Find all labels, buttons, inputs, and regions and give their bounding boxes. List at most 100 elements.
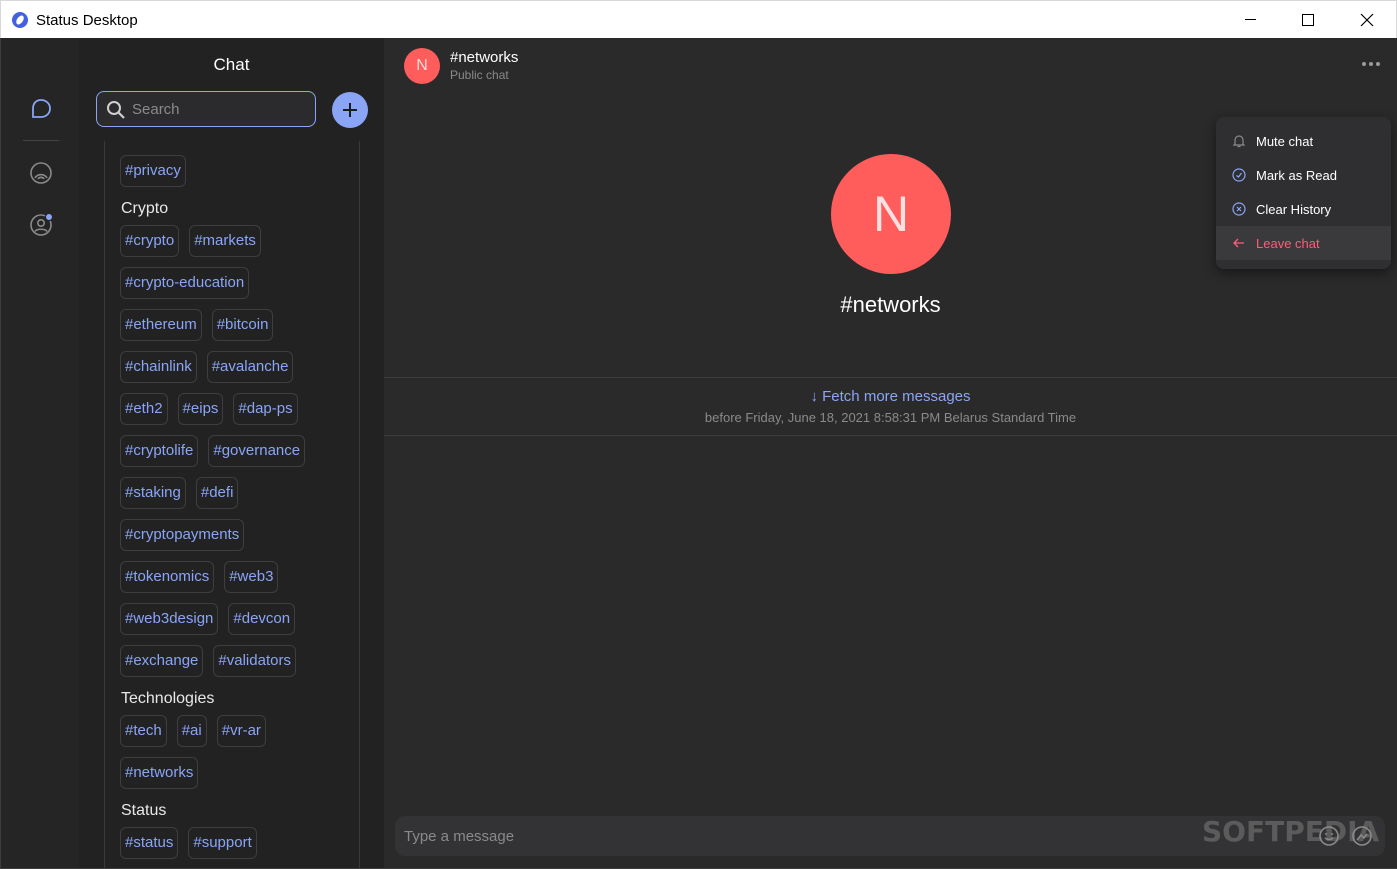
chat-tag-eips[interactable]: #eips [177, 393, 224, 425]
chat-tag-dap-ps[interactable]: #dap-ps [233, 393, 298, 425]
chat-big-name: #networks [840, 292, 941, 317]
menu-item-mark-as-read[interactable]: Mark as Read [1216, 158, 1391, 192]
check-circle-icon [1232, 168, 1246, 182]
chat-big-avatar: N [831, 154, 951, 274]
nav-chat-button[interactable] [25, 93, 57, 125]
tag-row: #crypto-education [120, 267, 356, 299]
chat-tag-ethereum[interactable]: #ethereum [120, 309, 202, 341]
menu-item-label: Clear History [1256, 201, 1332, 217]
chat-tag-networks[interactable]: #networks [120, 757, 199, 789]
tag-row: #ethereum #bitcoin [120, 309, 356, 341]
chat-name[interactable]: #networks [450, 49, 518, 66]
divider [384, 377, 1397, 378]
chat-tag-staking[interactable]: #staking [120, 477, 186, 509]
chat-list-panel: Chat #privacy Crypto#crypto#m [79, 38, 384, 868]
chat-tag-markets[interactable]: #markets [189, 225, 261, 257]
tag-row: #cryptopayments [120, 519, 356, 551]
nav-rail [1, 38, 79, 868]
status-logo-icon [12, 12, 28, 28]
chat-context-menu: Mute chat Mark as Read Clear History Lea… [1216, 117, 1391, 269]
nav-browser-button[interactable] [25, 157, 57, 189]
arrow-left-icon [1233, 238, 1244, 248]
title-bar: Status Desktop [0, 0, 1397, 38]
chat-bubble-icon [32, 99, 51, 118]
menu-item-clear-history[interactable]: Clear History [1216, 192, 1391, 226]
minimize-button[interactable] [1221, 1, 1279, 38]
search-input[interactable] [132, 99, 302, 119]
chat-tag-vr-ar[interactable]: #vr-ar [216, 715, 266, 747]
tag-row: #web3design #devcon [120, 603, 356, 635]
tag-row: #eth2 #eips #dap-ps [120, 393, 356, 425]
chat-tag-web3design[interactable]: #web3design [120, 603, 219, 635]
tag-row: #tech #ai #vr-ar [120, 715, 356, 747]
more-options-button[interactable] [1358, 56, 1384, 72]
tag-row: #networks [120, 757, 356, 789]
tag-row: #cryptolife #governance [120, 435, 356, 467]
chat-avatar[interactable]: N [404, 48, 440, 84]
panel-title: Chat [213, 55, 250, 74]
category-title: Status [121, 802, 167, 819]
menu-item-label: Mark as Read [1256, 167, 1337, 183]
chat-tag-bitcoin[interactable]: #bitcoin [211, 309, 274, 341]
chat-tag-crypto[interactable]: #crypto [120, 225, 180, 257]
tag-row: #staking #defi [120, 477, 356, 509]
maximize-button[interactable] [1279, 1, 1337, 38]
minimize-icon [1244, 19, 1256, 20]
close-circle-icon [1232, 202, 1246, 216]
message-input[interactable] [404, 825, 1204, 847]
tag-row: #chainlink #avalanche [120, 351, 356, 383]
chat-tag-exchange[interactable]: #exchange [120, 645, 204, 677]
plus-icon [343, 103, 357, 117]
nav-profile-button[interactable] [25, 209, 57, 241]
search-box[interactable] [96, 91, 316, 127]
chat-type-label: Public chat [450, 68, 509, 82]
tag-row: #tokenomics #web3 [120, 561, 356, 593]
softpedia-watermark: SOFTPEDIA [1202, 815, 1380, 848]
chat-tag-tech[interactable]: #tech [120, 715, 167, 747]
fetch-more-button[interactable]: ↓ Fetch more messages [384, 388, 1397, 405]
chat-tag-defi[interactable]: #defi [195, 477, 239, 509]
category-title: Crypto [121, 200, 169, 217]
search-icon [107, 101, 125, 119]
chat-tag-tokenomics[interactable]: #tokenomics [120, 561, 215, 593]
chat-tag-validators[interactable]: #validators [213, 645, 296, 677]
profile-icon [30, 213, 53, 236]
divider [384, 435, 1397, 436]
menu-item-leave-chat[interactable]: Leave chat [1216, 226, 1391, 260]
maximize-icon [1302, 13, 1314, 26]
chat-tag-cryptolife[interactable]: #cryptolife [120, 435, 199, 467]
radar-icon [30, 162, 52, 184]
app-area: Chat #privacy Crypto#crypto#m [0, 38, 1397, 869]
public-chat-list: #privacy Crypto #crypto #markets #crypto-ed… [104, 141, 360, 868]
menu-item-label: Leave chat [1256, 235, 1320, 251]
dot-icon [1376, 62, 1380, 66]
menu-item-label: Mute chat [1256, 133, 1314, 149]
close-icon [1360, 13, 1374, 26]
chat-tag-governance[interactable]: #governance [208, 435, 306, 467]
chat-tag-privacy[interactable]: #privacy [120, 155, 186, 187]
chat-tag-eth2[interactable]: #eth2 [120, 393, 168, 425]
fetch-timestamp: before Friday, June 18, 2021 8:58:31 PM … [704, 410, 1077, 425]
chat-tag-chainlink[interactable]: #chainlink [120, 351, 197, 383]
menu-item-mute-chat[interactable]: Mute chat [1216, 124, 1391, 158]
window-title: Status Desktop [36, 12, 138, 29]
rail-divider [23, 140, 59, 141]
tag-row: #exchange #validators [120, 645, 356, 677]
chat-tag-crypto-education[interactable]: #crypto-education [120, 267, 250, 299]
dot-icon [1369, 62, 1373, 66]
category-title: Technologies [121, 690, 215, 707]
bell-icon [1232, 135, 1246, 148]
chat-tag-cryptopayments[interactable]: #cryptopayments [120, 519, 245, 551]
chat-tag-web3[interactable]: #web3 [224, 561, 279, 593]
tag-row: #crypto #markets [120, 225, 356, 257]
chat-tag-ai[interactable]: #ai [176, 715, 207, 747]
new-chat-button[interactable] [332, 92, 368, 128]
tag-row: #privacy [120, 155, 356, 187]
dot-icon [1362, 62, 1366, 66]
chat-tag-status[interactable]: #status [120, 827, 179, 859]
chat-tag-support[interactable]: #support [188, 827, 257, 859]
tag-row: #status #support [120, 827, 356, 859]
chat-tag-avalanche[interactable]: #avalanche [206, 351, 294, 383]
close-button[interactable] [1338, 1, 1396, 38]
chat-tag-devcon[interactable]: #devcon [228, 603, 296, 635]
